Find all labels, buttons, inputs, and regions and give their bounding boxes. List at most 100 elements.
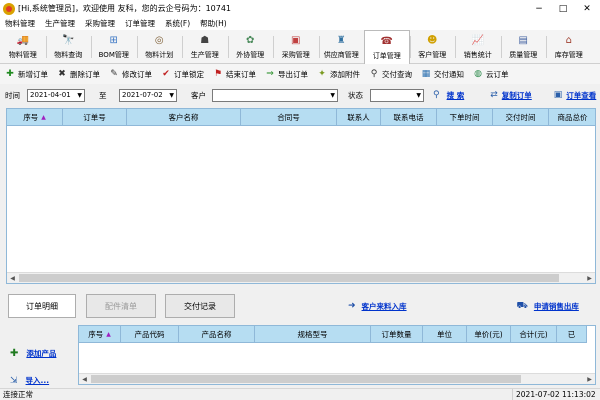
module-tab-2[interactable]: ⊞ BOM管理: [91, 30, 137, 64]
quality-icon: ▤: [518, 35, 528, 46]
scroll-left-icon[interactable]: ◀: [79, 374, 90, 385]
status-datetime: 2021-07-02 11:13:02: [512, 389, 596, 400]
delete-x-icon: ✖: [58, 69, 66, 79]
column-header[interactable]: 产品代码: [121, 326, 179, 343]
menu-item-production[interactable]: 生产管理: [40, 18, 80, 29]
supplier-icon: ♜: [336, 35, 346, 46]
toolbar-button-6[interactable]: ✦ 添加附件: [312, 66, 364, 82]
date-from-picker[interactable]: 2021-04-01 ▼: [27, 88, 85, 102]
scroll-right-icon[interactable]: ▶: [584, 374, 595, 385]
menu-item-system[interactable]: 系统(F): [160, 18, 195, 29]
scroll-thumb[interactable]: [19, 274, 559, 282]
column-header[interactable]: 商品总价: [549, 109, 595, 126]
warehouse-icon: ⌂: [565, 35, 572, 46]
toolbar-button-4[interactable]: ⚑ 结束订单: [208, 66, 260, 82]
scroll-thumb[interactable]: [91, 375, 521, 383]
module-tab-7[interactable]: ♜ 供应商管理: [318, 30, 365, 64]
tab-parts-list[interactable]: 配件清单: [86, 294, 156, 318]
module-tab-11[interactable]: ▤ 质量管理: [500, 30, 547, 64]
column-header[interactable]: 联系人: [337, 109, 381, 126]
search-link[interactable]: 搜 索: [447, 90, 465, 101]
column-header[interactable]: 联系电话: [381, 109, 437, 126]
column-header[interactable]: 序号 ▲: [7, 109, 63, 126]
order-details-table-header: 序号 ▲ 产品代码 产品名称 规格型号 订单数量 单位 单价(元) 合计(元) 已: [79, 326, 587, 343]
module-label: 销售统计: [463, 50, 492, 59]
chevron-down-icon: ▼: [169, 91, 174, 99]
sales-outbound-link[interactable]: 申请销售出库: [534, 301, 579, 312]
menu-item-purchase[interactable]: 采购管理: [80, 18, 120, 29]
customer-inbound-link[interactable]: 客户来料入库: [362, 301, 407, 312]
module-tab-0[interactable]: 🚚 物料管理: [0, 30, 46, 64]
import-link[interactable]: 导入...: [26, 375, 50, 386]
module-tab-6[interactable]: ▣ 采购管理: [273, 30, 319, 64]
column-header[interactable]: 规格型号: [255, 326, 371, 343]
date-to-picker[interactable]: 2021-07-02 ▼: [119, 88, 177, 102]
column-header[interactable]: 单位: [423, 326, 467, 343]
module-tab-9[interactable]: ☻ 客户管理: [409, 30, 456, 64]
column-header-label: 商品总价: [557, 113, 588, 122]
scroll-left-icon[interactable]: ◀: [7, 273, 18, 284]
column-header[interactable]: 订单号: [63, 109, 127, 126]
toolbar-button-label: 交付查询: [382, 69, 412, 79]
menu-item-material[interactable]: 物料管理: [0, 18, 40, 29]
column-header[interactable]: 下单时间: [437, 109, 493, 126]
status-select[interactable]: ▼: [370, 88, 424, 102]
scroll-track[interactable]: [90, 374, 584, 385]
module-label: BOM管理: [98, 50, 129, 59]
menu-item-orders[interactable]: 订单管理: [120, 18, 160, 29]
column-header[interactable]: 合计(元): [511, 326, 557, 343]
minimize-button[interactable]: −: [527, 0, 551, 17]
inbound-icon: ➜: [348, 301, 356, 311]
toolbar-button-1[interactable]: ✖ 删除订单: [52, 66, 104, 82]
scroll-right-icon[interactable]: ▶: [584, 273, 595, 284]
toolbar-button-3[interactable]: ✔ 订单锁定: [156, 66, 208, 82]
module-label: 生产管理: [190, 50, 219, 59]
toolbar-button-label: 修改订单: [122, 69, 152, 79]
module-tab-1[interactable]: 🔭 物料查询: [45, 30, 92, 64]
orders-table[interactable]: 序号 ▲ 订单号 客户名称 合同号 联系人 联系电话 下单时间 交付时间 商品总价 ◀ ▶: [6, 108, 596, 284]
column-header[interactable]: 产品名称: [179, 326, 255, 343]
order-details-table[interactable]: 序号 ▲ 产品代码 产品名称 规格型号 订单数量 单位 单价(元) 合计(元) 已 ◀ ▶: [78, 325, 596, 385]
toolbar-button-2[interactable]: ✎ 修改订单: [104, 66, 156, 82]
toolbar-button-5[interactable]: ⇒ 导出订单: [260, 66, 312, 82]
column-header[interactable]: 单价(元): [467, 326, 511, 343]
toolbar-button-0[interactable]: ✚ 新增订单: [0, 66, 52, 82]
toolbar-button-label: 云订单: [486, 69, 509, 79]
copy-order-link[interactable]: 复制订单: [502, 90, 532, 101]
pencil-icon: ✎: [110, 69, 118, 79]
scroll-track[interactable]: [18, 273, 584, 284]
module-tab-4[interactable]: ☗ 生产管理: [182, 30, 228, 64]
menu-item-help[interactable]: 帮助(H): [195, 18, 232, 29]
maximize-button[interactable]: □: [551, 0, 575, 17]
module-tab-5[interactable]: ✿ 外协管理: [227, 30, 274, 64]
time-label: 时间: [5, 90, 20, 100]
column-header-label: 产品名称: [201, 330, 232, 339]
column-header[interactable]: 客户名称: [127, 109, 241, 126]
close-button[interactable]: ✕: [575, 0, 599, 17]
column-header[interactable]: 合同号: [241, 109, 337, 126]
column-header[interactable]: 订单数量: [371, 326, 423, 343]
plan-icon: ◎: [154, 35, 164, 46]
tab-delivery-records[interactable]: 交付记录: [165, 294, 235, 318]
toolbar-button-label: 删除订单: [70, 69, 100, 79]
tab-order-details[interactable]: 订单明细: [8, 294, 76, 318]
toolbar-button-7[interactable]: ⚲ 交付查询: [364, 66, 416, 82]
customer-select[interactable]: ▼: [212, 88, 338, 102]
details-horizontal-scrollbar[interactable]: ◀ ▶: [79, 373, 595, 384]
module-tab-10[interactable]: 📈 销售统计: [455, 30, 501, 64]
checkmark-icon: ✔: [162, 69, 170, 79]
column-header[interactable]: 已: [557, 326, 587, 343]
column-header[interactable]: 交付时间: [493, 109, 549, 126]
column-header[interactable]: 序号 ▲: [79, 326, 121, 343]
orders-horizontal-scrollbar[interactable]: ◀ ▶: [7, 272, 595, 283]
bom-tree-icon: ⊞: [109, 35, 118, 46]
module-label: 采购管理: [281, 50, 310, 59]
toolbar-button-9[interactable]: ◍ 云订单: [468, 66, 513, 82]
module-tab-12[interactable]: ⌂ 库存管理: [546, 30, 592, 64]
module-tab-3[interactable]: ◎ 物料计划: [136, 30, 183, 64]
chevron-down-icon: ▼: [77, 91, 82, 99]
toolbar-button-8[interactable]: ▦ 交付通知: [416, 66, 468, 82]
add-product-link[interactable]: 添加产品: [26, 348, 56, 359]
view-order-link[interactable]: 订单查看: [566, 90, 596, 101]
module-tab-8[interactable]: ☎ 订单管理: [364, 30, 410, 65]
